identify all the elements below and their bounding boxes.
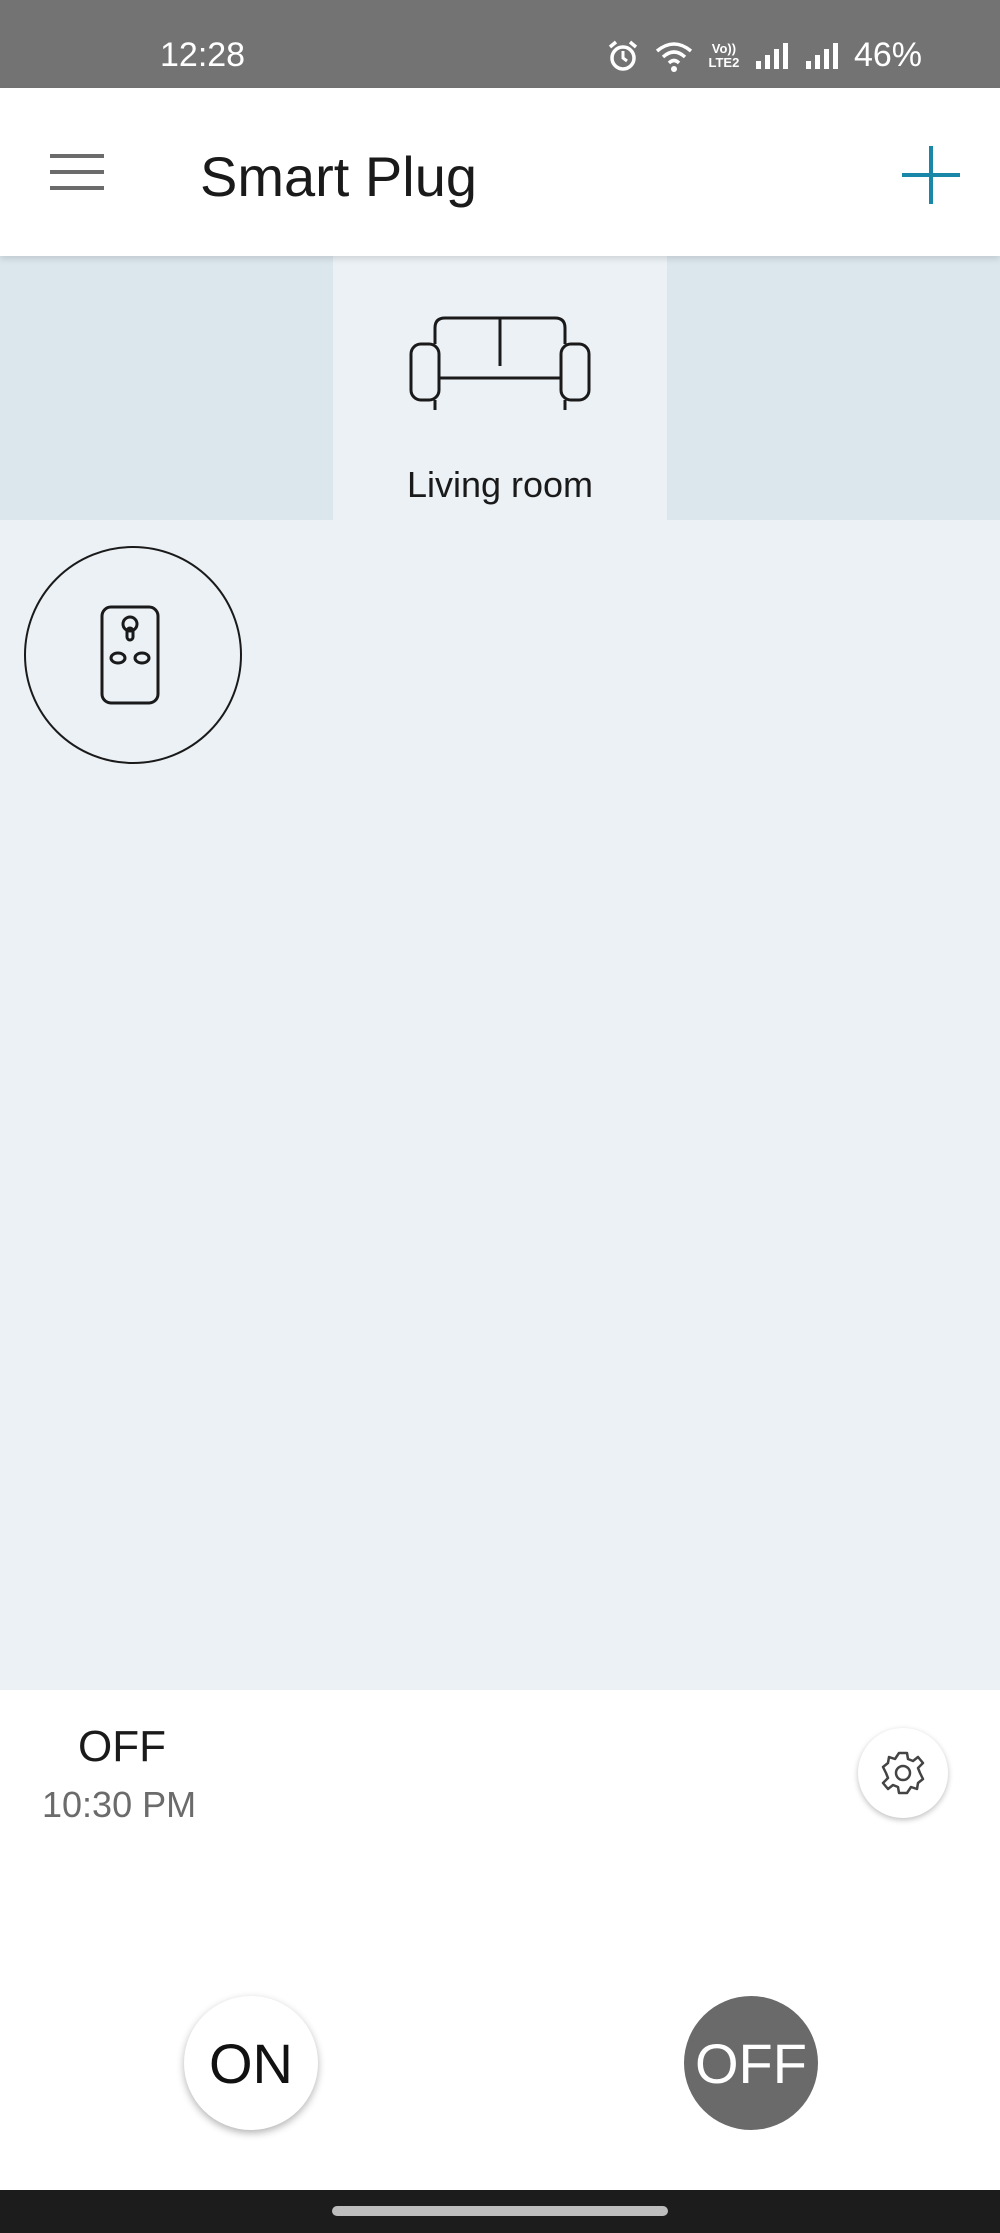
device-control-panel: OFF 10:30 PM ON OFF [0,1690,1000,2190]
alarm-icon [606,39,640,73]
tab-living-room[interactable]: Living room [333,256,667,520]
gear-icon [881,1751,925,1795]
wifi-icon [654,39,694,73]
status-time: 12:28 [160,36,246,74]
home-gesture-handle[interactable] [332,2206,668,2216]
room-tabs: Living room [0,256,1000,520]
device-list [0,520,1000,1690]
volte-icon: Vo)) LTE2 [708,40,740,70]
signal-icon-sim1 [754,41,790,71]
hamburger-menu-icon [50,154,104,190]
system-nav-bar [0,2190,1000,2233]
device-state: OFF [78,1722,166,1771]
battery-percentage: 46% [853,36,922,74]
menu-button[interactable] [42,142,112,202]
room-label: Living room [406,464,594,505]
device-state-time: 10:30 PM [42,1784,197,1825]
smart-plug-icon [100,605,160,705]
app-bar: Smart Plug [0,88,1000,256]
add-device-button[interactable] [896,140,966,210]
sofa-icon [409,316,591,410]
page-title: Smart Plug [200,145,477,208]
on-button[interactable]: ON [184,1996,318,2130]
signal-icon-sim2 [804,41,840,71]
plus-icon [902,146,960,204]
off-button[interactable]: OFF [684,1996,818,2130]
status-icons: Vo)) LTE2 46% [606,36,922,75]
device-settings-button[interactable] [858,1728,948,1818]
smart-plug-device[interactable] [24,546,242,764]
status-bar: 12:28 Vo)) LTE2 46% [0,0,1000,88]
